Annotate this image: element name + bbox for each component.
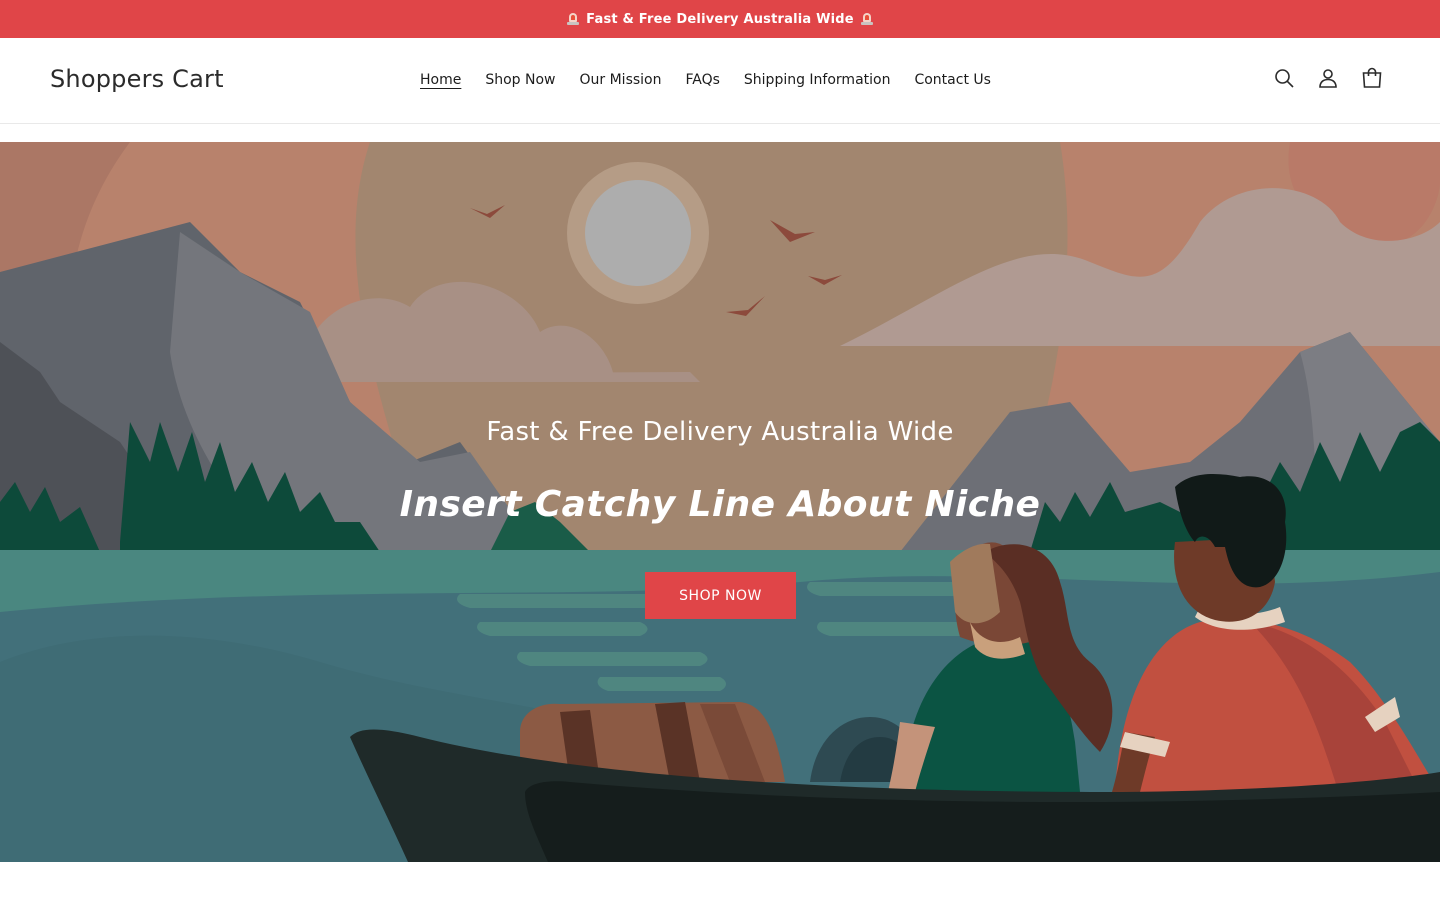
nav-link-faqs[interactable]: FAQs: [685, 72, 719, 88]
search-icon[interactable]: [1272, 66, 1296, 90]
hero-content: Fast & Free Delivery Australia Wide Inse…: [0, 142, 1440, 862]
nav-link-shop-now[interactable]: Shop Now: [485, 72, 555, 88]
nav-link-contact-us[interactable]: Contact Us: [914, 72, 990, 88]
announcement-text: Fast & Free Delivery Australia Wide: [586, 11, 854, 27]
nav-link-our-mission[interactable]: Our Mission: [580, 72, 662, 88]
police-light-icon: [860, 12, 874, 26]
header-actions: [1272, 66, 1384, 90]
hero-title: Insert Catchy Line About Niche: [399, 484, 1041, 525]
police-light-icon: [566, 12, 580, 26]
nav-link-home[interactable]: Home: [420, 72, 461, 88]
store-logo[interactable]: Shoppers Cart: [50, 65, 224, 93]
hero-banner: Fast & Free Delivery Australia Wide Inse…: [0, 142, 1440, 862]
cart-icon[interactable]: [1360, 66, 1384, 90]
hero-subtitle: Fast & Free Delivery Australia Wide: [486, 417, 954, 447]
nav-link-shipping-information[interactable]: Shipping Information: [744, 72, 891, 88]
main-nav: Home Shop Now Our Mission FAQs Shipping …: [420, 72, 991, 88]
account-icon[interactable]: [1316, 66, 1340, 90]
site-header: Shoppers Cart Home Shop Now Our Mission …: [0, 38, 1440, 124]
shop-now-button[interactable]: SHOP NOW: [645, 572, 796, 619]
announcement-bar: Fast & Free Delivery Australia Wide: [0, 0, 1440, 38]
